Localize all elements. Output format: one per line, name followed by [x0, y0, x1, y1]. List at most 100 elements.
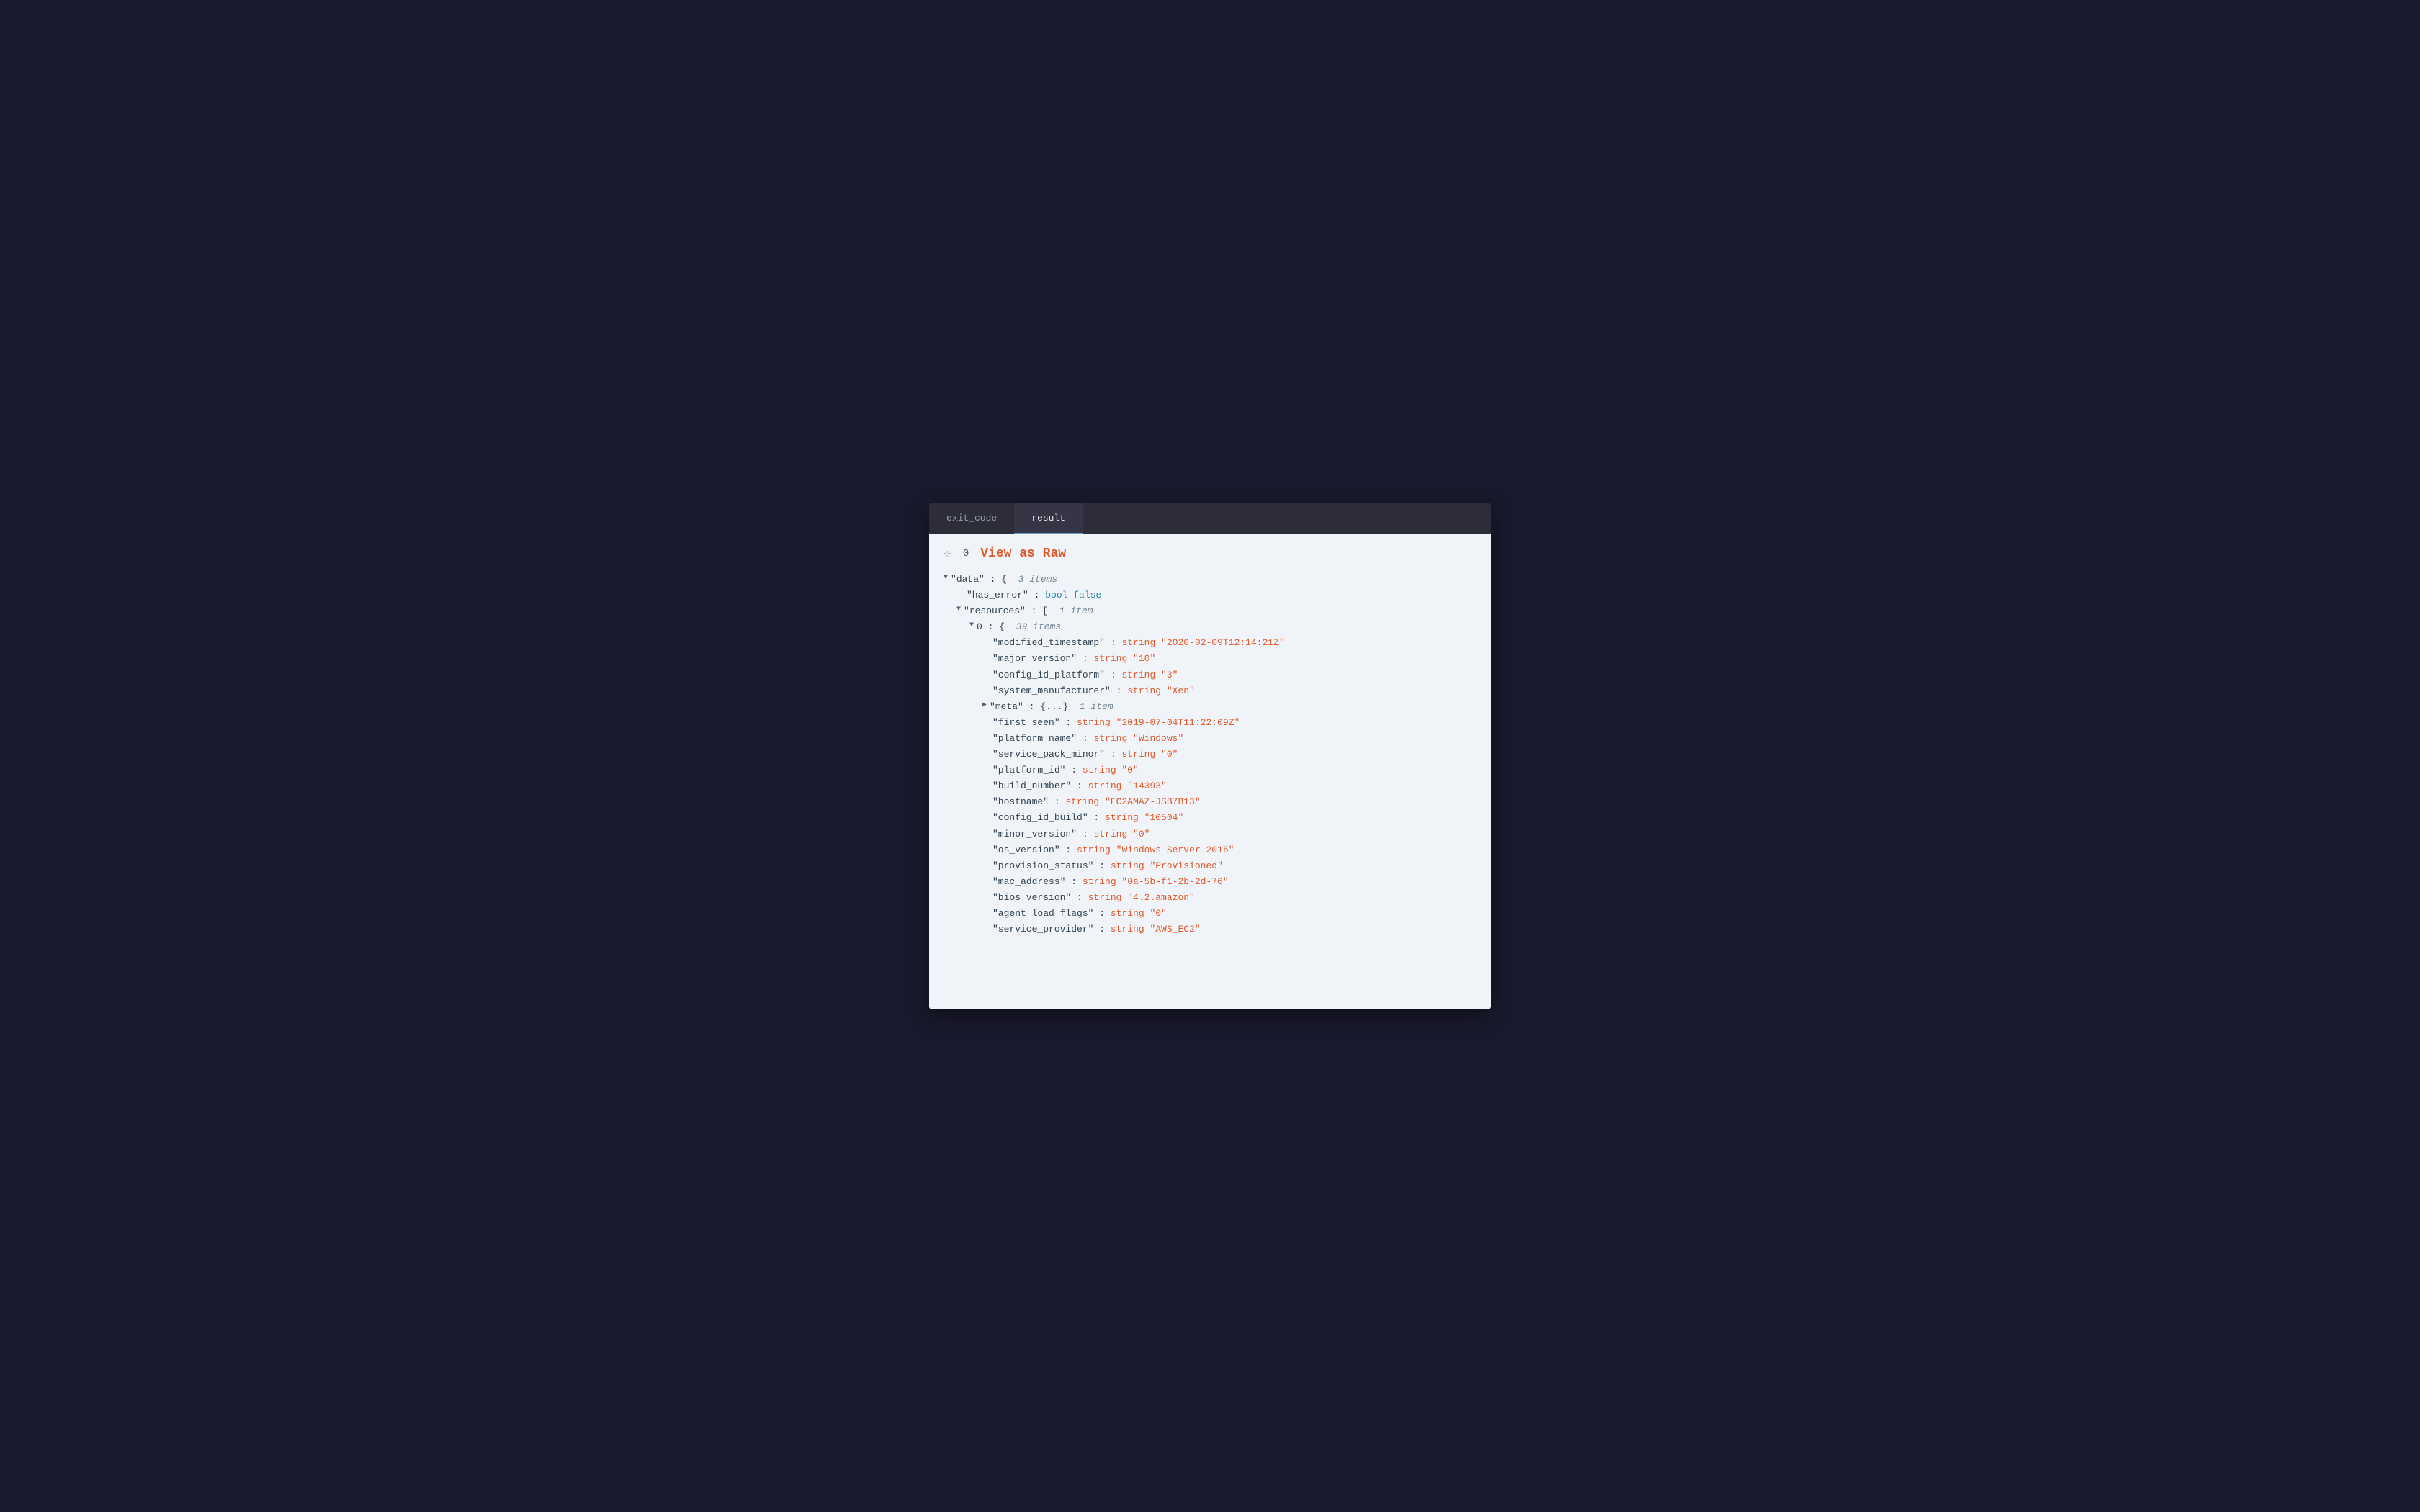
json-bool-value: bool false	[1045, 588, 1101, 603]
json-bracket: {	[1001, 572, 1007, 588]
json-line: "agent_load_flags" : string "0"	[944, 906, 1476, 922]
json-colon: :	[1093, 858, 1110, 874]
json-string-value: string "4.2.amazon"	[1088, 890, 1195, 906]
json-bracket: {	[999, 619, 1005, 635]
json-key: "agent_load_flags"	[992, 906, 1093, 922]
json-colon: :	[1111, 683, 1127, 699]
json-line: "meta" : {...} 1 item	[944, 699, 1476, 715]
json-colon: :	[985, 572, 1001, 588]
json-colon: :	[1105, 635, 1121, 651]
json-line: "major_version" : string "10"	[944, 651, 1476, 667]
tab-bar: exit_code result	[929, 503, 1491, 534]
json-string-value: string "Windows"	[1093, 731, 1183, 747]
json-string-value: string "EC2AMAZ-JSB7B13"	[1065, 794, 1200, 810]
json-key: "platform_id"	[992, 762, 1065, 778]
json-string-value: string "2020-02-09T12:14:21Z"	[1121, 635, 1284, 651]
json-key: "has_error"	[967, 588, 1028, 603]
top-bar: ☆ 0 View as Raw	[944, 546, 1476, 562]
json-colon: :	[1065, 874, 1082, 890]
json-key: "os_version"	[992, 842, 1060, 858]
view-as-raw-link[interactable]: View as Raw	[980, 546, 1066, 561]
json-string-value: string "Provisioned"	[1111, 858, 1223, 874]
json-meta: 1 item	[1068, 699, 1113, 715]
json-line: "has_error" : bool false	[944, 588, 1476, 603]
json-colon: :	[1093, 906, 1110, 922]
json-string-value: string "10"	[1093, 651, 1155, 667]
json-string-value: string "0"	[1111, 906, 1167, 922]
json-bracket: {...}	[1040, 699, 1068, 715]
json-key: "service_pack_minor"	[992, 747, 1105, 762]
json-line: "os_version" : string "Windows Server 20…	[944, 842, 1476, 858]
expand-arrow[interactable]	[982, 699, 987, 711]
json-line: "first_seen" : string "2019-07-04T11:22:…	[944, 715, 1476, 731]
json-line: "platform_name" : string "Windows"	[944, 731, 1476, 747]
json-line: "system_manufacturer" : string "Xen"	[944, 683, 1476, 699]
json-string-value: string "0"	[1121, 747, 1178, 762]
json-line: "build_number" : string "14393"	[944, 778, 1476, 794]
json-line: "config_id_platform" : string "3"	[944, 667, 1476, 683]
main-window: exit_code result ☆ 0 View as Raw "data" …	[929, 503, 1491, 1009]
json-key: "provision_status"	[992, 858, 1093, 874]
collapse-arrow[interactable]	[956, 603, 961, 616]
json-key: "config_id_platform"	[992, 667, 1105, 683]
json-colon: :	[1077, 827, 1093, 842]
json-colon: :	[1023, 699, 1040, 715]
exit-code-value: 0	[963, 548, 969, 559]
json-string-value: string "Windows Server 2016"	[1077, 842, 1234, 858]
json-line: "platform_id" : string "0"	[944, 762, 1476, 778]
json-line: "mac_address" : string "0a-5b-f1-2b-2d-7…	[944, 874, 1476, 890]
json-line: "config_id_build" : string "10504"	[944, 810, 1476, 826]
json-key: "minor_version"	[992, 827, 1077, 842]
json-colon: :	[1077, 651, 1093, 667]
json-line: "service_provider" : string "AWS_EC2"	[944, 922, 1476, 937]
json-line: "hostname" : string "EC2AMAZ-JSB7B13"	[944, 794, 1476, 810]
json-meta: 39 items	[1005, 619, 1061, 635]
json-colon: :	[1049, 794, 1065, 810]
json-string-value: string "Xen"	[1127, 683, 1195, 699]
json-colon: :	[1060, 842, 1077, 858]
json-key: "data"	[951, 572, 985, 588]
json-bracket: [	[1042, 603, 1048, 619]
json-colon: :	[1028, 588, 1045, 603]
json-tree: "data" : { 3 items"has_error" : bool fal…	[944, 572, 1476, 937]
json-string-value: string "10504"	[1105, 810, 1183, 826]
json-colon: :	[1105, 667, 1121, 683]
json-string-value: string "0a-5b-f1-2b-2d-76"	[1083, 874, 1229, 890]
json-colon: :	[1060, 715, 1077, 731]
collapse-arrow[interactable]	[969, 619, 974, 631]
json-line: 0 : { 39 items	[944, 619, 1476, 635]
json-string-value: string "14393"	[1088, 778, 1167, 794]
json-colon: :	[1093, 922, 1110, 937]
json-colon: :	[1026, 603, 1042, 619]
json-colon: :	[1077, 731, 1093, 747]
json-key: "service_provider"	[992, 922, 1093, 937]
json-key: "bios_version"	[992, 890, 1071, 906]
json-meta: 1 item	[1048, 603, 1093, 619]
json-line: "service_pack_minor" : string "0"	[944, 747, 1476, 762]
content-area: ☆ 0 View as Raw "data" : { 3 items"has_e…	[929, 534, 1491, 1009]
json-key: "system_manufacturer"	[992, 683, 1111, 699]
json-string-value: string "AWS_EC2"	[1111, 922, 1201, 937]
json-string-value: string "3"	[1121, 667, 1178, 683]
json-key: "meta"	[990, 699, 1023, 715]
json-key: "major_version"	[992, 651, 1077, 667]
collapse-arrow[interactable]	[944, 572, 948, 584]
json-string-value: string "2019-07-04T11:22:09Z"	[1077, 715, 1240, 731]
json-line: "provision_status" : string "Provisioned…	[944, 858, 1476, 874]
tab-exit-code[interactable]: exit_code	[929, 503, 1014, 534]
json-string-value: string "0"	[1093, 827, 1150, 842]
json-key: 0 :	[977, 619, 999, 635]
json-line: "bios_version" : string "4.2.amazon"	[944, 890, 1476, 906]
json-colon: :	[1105, 747, 1121, 762]
tab-result[interactable]: result	[1014, 503, 1083, 534]
json-key: "modified_timestamp"	[992, 635, 1105, 651]
json-key: "config_id_build"	[992, 810, 1088, 826]
json-colon: :	[1071, 778, 1088, 794]
json-line: "minor_version" : string "0"	[944, 827, 1476, 842]
star-icon[interactable]: ☆	[944, 546, 951, 562]
json-colon: :	[1088, 810, 1105, 826]
json-string-value: string "0"	[1083, 762, 1139, 778]
json-line: "resources" : [ 1 item	[944, 603, 1476, 619]
json-key: "resources"	[964, 603, 1026, 619]
json-key: "build_number"	[992, 778, 1071, 794]
